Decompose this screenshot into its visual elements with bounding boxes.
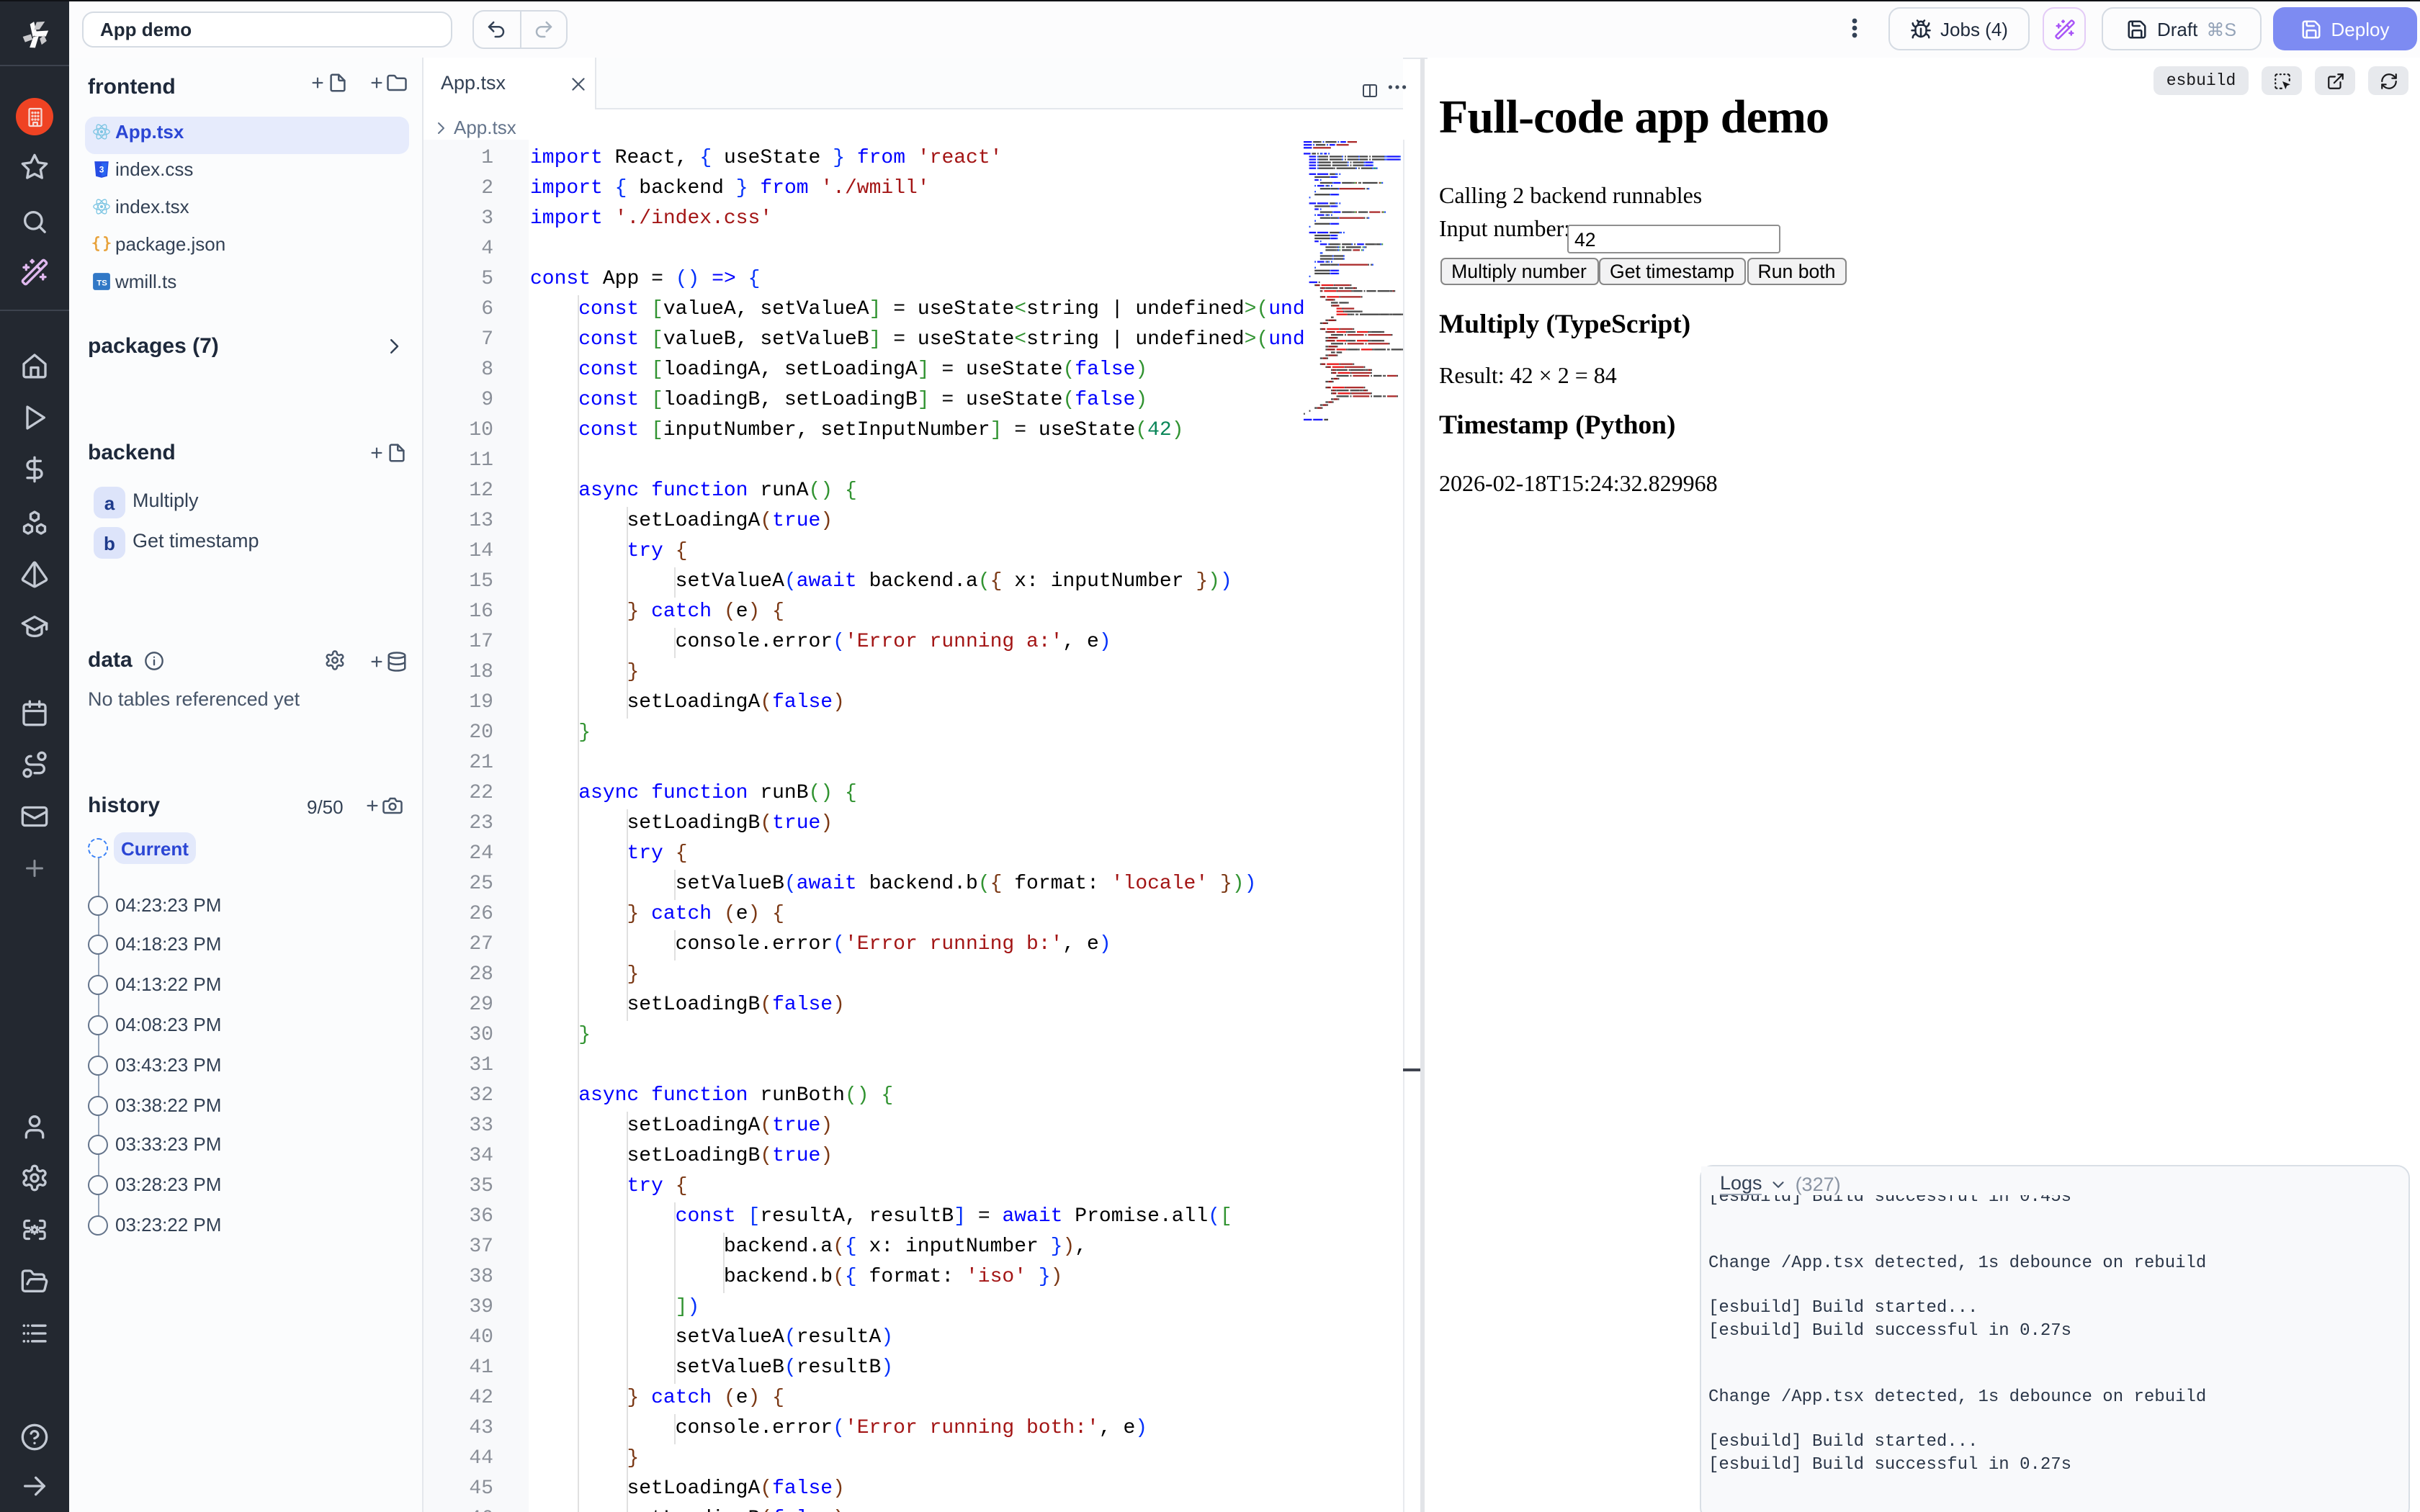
svg-text:TS: TS (97, 279, 107, 287)
svg-text:3: 3 (99, 164, 104, 174)
